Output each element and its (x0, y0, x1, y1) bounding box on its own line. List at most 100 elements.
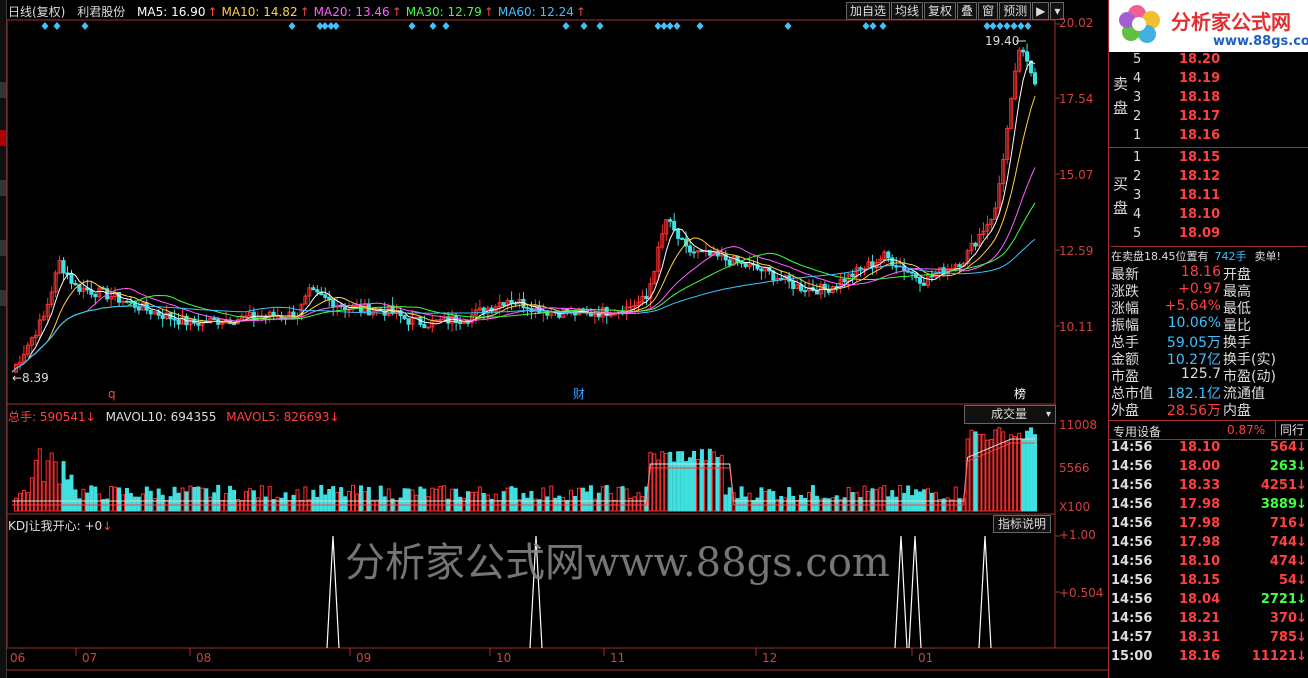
volume-bar (176, 492, 181, 512)
indicator-help-button[interactable]: 指标说明 (993, 515, 1052, 533)
tick-row: 14:56 18.10 474 ↓ (1109, 554, 1308, 573)
sector-pct: 0.87% (1227, 423, 1266, 437)
candle-body (331, 299, 336, 308)
volume-bar (561, 496, 566, 512)
sell-level-row: 3 18.18 (1109, 90, 1308, 109)
tick-volume: 370 (1269, 611, 1297, 626)
volume-bar (113, 486, 118, 512)
signal-diamond-icon (429, 22, 437, 30)
volume-bar (787, 487, 792, 512)
ma-line (11, 95, 1036, 373)
volume-bar (1021, 438, 1026, 512)
volume-bar (584, 491, 589, 512)
candle-body (61, 260, 66, 274)
volume-bar (707, 448, 712, 512)
indicator-dropdown[interactable]: 成交量 ▾ (964, 405, 1056, 424)
level-price: 18.11 (1179, 188, 1221, 203)
volume-bar (668, 451, 673, 512)
volume-bar (846, 486, 851, 512)
candle-body (929, 275, 934, 278)
volume-bar (739, 486, 744, 512)
volume-bar (549, 485, 554, 512)
volume-bar (497, 500, 502, 512)
info-value: 28.56万 (1166, 403, 1221, 419)
tick-direction-icon: ↓ (1296, 440, 1307, 455)
candle-body (311, 287, 316, 291)
candle-body (160, 314, 165, 319)
volume-bar (882, 485, 887, 512)
volume-bar (914, 489, 919, 512)
tick-time: 14:56 (1111, 592, 1153, 607)
volume-bar (109, 485, 114, 512)
tick-price: 18.10 (1179, 440, 1221, 455)
ma-line (11, 167, 1036, 373)
volume-bar (513, 487, 518, 512)
tick-row: 14:56 18.04 2721 ↓ (1109, 592, 1308, 611)
info-key: 外盘 (1111, 403, 1139, 419)
volume-bar (144, 486, 149, 512)
candle-body (156, 311, 161, 316)
vol-arrow: ↓ (85, 410, 96, 424)
event-marker[interactable]: 榜 (1014, 386, 1026, 401)
candle-body (73, 282, 78, 286)
volume-bar (216, 484, 221, 512)
volume-bar (69, 474, 74, 512)
signal-diamond-icon (784, 22, 792, 30)
candle-body (858, 267, 863, 270)
volume-bar (751, 500, 756, 512)
volume-bar (660, 451, 665, 512)
event-marker[interactable]: 财 (573, 387, 585, 401)
volume-bar (664, 452, 669, 512)
candle-body (212, 317, 217, 320)
volume-bar (140, 493, 145, 512)
volume-bar (715, 456, 720, 512)
candle-body (176, 319, 181, 325)
candle-body (501, 302, 506, 306)
volume-bar (394, 499, 399, 512)
volume-bar (335, 491, 340, 512)
tab-peers[interactable]: 同行 (1275, 421, 1308, 438)
tick-direction-icon: ↓ (1296, 630, 1307, 645)
volume-bar (81, 488, 86, 512)
quote-info-row: 总手 59.05万 换手 (1109, 332, 1308, 351)
level-index: 4 (1133, 71, 1142, 86)
main-panel-frame (6, 19, 1056, 405)
candle-body (232, 323, 237, 326)
volume-bar (616, 486, 621, 512)
signal-diamond-icon (596, 22, 604, 30)
vol-mavol5: MAVOL5: 826693 (226, 410, 330, 424)
quote-info-row: 涨跌 +0.97 最高 (1109, 281, 1308, 300)
candle-body (676, 229, 681, 239)
quote-info-row: 总市值 182.1亿 流通值 (1109, 383, 1308, 402)
volume-bar (430, 487, 435, 512)
date-tick-label: 01 (918, 651, 934, 665)
tick-price: 18.04 (1179, 592, 1221, 607)
volume-bar (438, 485, 443, 512)
tick-price: 18.15 (1179, 573, 1221, 588)
volume-bar (124, 488, 129, 512)
candle-body (727, 259, 732, 266)
candle-body (957, 264, 962, 267)
sector-name: 专用设备 (1113, 425, 1162, 439)
level-price: 18.17 (1179, 109, 1221, 124)
level-price: 18.19 (1179, 71, 1221, 86)
volume-bar (612, 499, 617, 512)
volume-bar (1013, 435, 1018, 512)
volume-bar (442, 485, 447, 512)
volume-bar (894, 496, 899, 512)
volume-bar (406, 488, 411, 512)
volume-bar (49, 452, 54, 512)
signal-diamond-icon (580, 22, 588, 30)
axis-tick-label: 5566 (1059, 461, 1090, 475)
info-value: +0.97 (1178, 281, 1221, 297)
buy-level-row: 3 18.11 (1109, 188, 1308, 207)
volume-bar (180, 487, 185, 512)
volume-bar (925, 488, 930, 512)
volume-bar (680, 451, 685, 512)
candle-body (128, 300, 133, 303)
volume-bar (200, 487, 205, 512)
candle-body (692, 251, 696, 254)
volume-bar (212, 492, 217, 512)
tick-row: 14:56 18.33 4251 ↓ (1109, 478, 1308, 497)
event-marker[interactable]: q (108, 387, 116, 401)
